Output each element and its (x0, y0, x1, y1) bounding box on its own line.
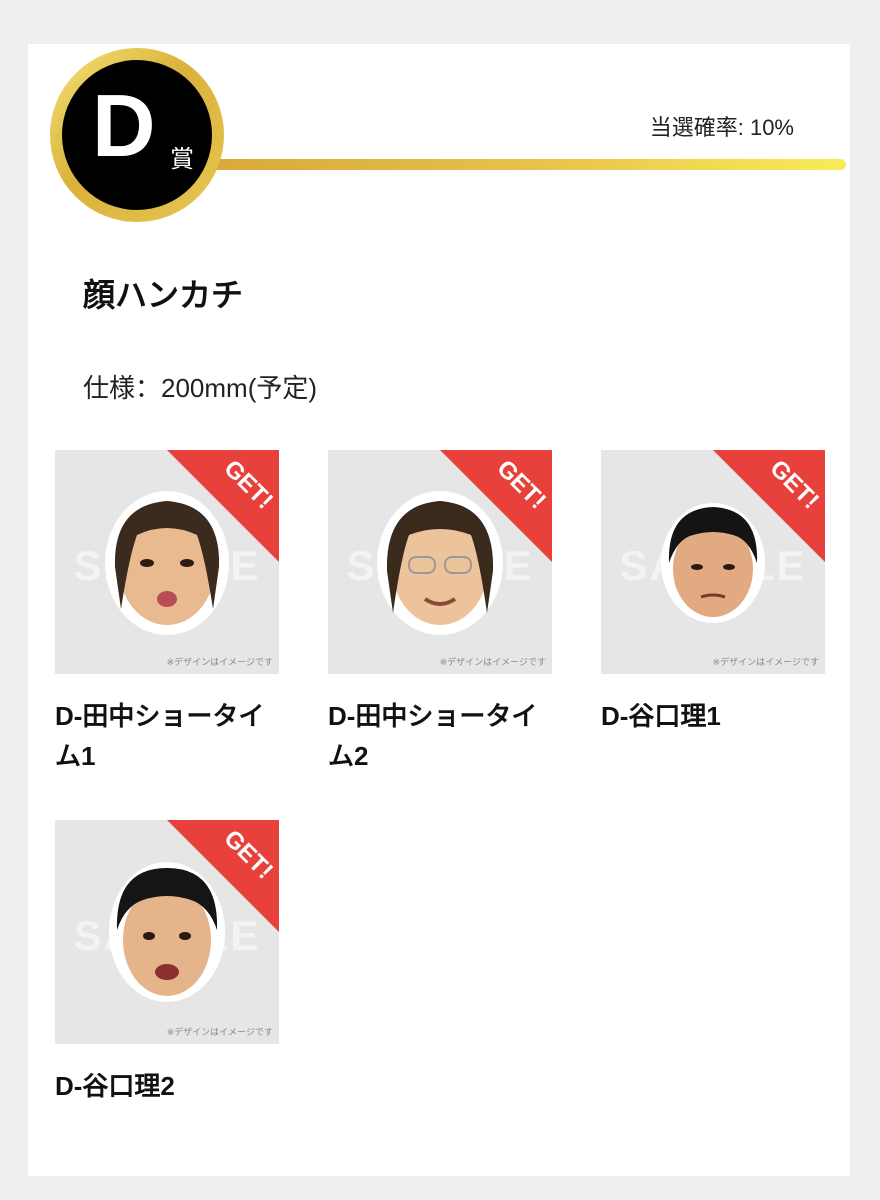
get-ribbon: GET! (167, 450, 279, 562)
prize-item[interactable]: SAMPLE GET! ※デザインはイメージです D-田中ショータイム1 (55, 450, 279, 777)
item-name[interactable]: D-田中ショータイム1 (55, 696, 279, 777)
prize-item[interactable]: SAMPLE GET! ※デザインはイメージです D-田中ショータイム2 (328, 450, 552, 777)
get-ribbon: GET! (713, 450, 825, 562)
prize-item[interactable]: SAMPLE GET! ※デザインはイメージです D-谷口理2 (55, 820, 279, 1106)
item-name[interactable]: D-谷口理2 (55, 1066, 279, 1106)
item-image[interactable]: SAMPLE GET! ※デザインはイメージです (601, 450, 825, 674)
prize-spec: 仕様：200mm(予定) (83, 373, 318, 403)
image-caption: ※デザインはイメージです (712, 657, 819, 667)
item-name[interactable]: D-田中ショータイム2 (328, 696, 552, 777)
win-rate-text: 当選確率: 10% (649, 115, 794, 140)
get-ribbon: GET! (440, 450, 552, 562)
prize-title: 顔ハンカチ (83, 277, 244, 313)
item-image[interactable]: SAMPLE GET! ※デザインはイメージです (328, 450, 552, 674)
item-name[interactable]: D-谷口理1 (601, 696, 825, 736)
prize-card: D 賞 当選確率: 10% 顔ハンカチ 仕様：200mm(予定) SAMPLE … (28, 44, 850, 1176)
rank-suffix: 賞 (170, 146, 194, 173)
item-image[interactable]: SAMPLE GET! ※デザインはイメージです (55, 820, 279, 1044)
rank-badge: D 賞 (50, 48, 224, 222)
image-caption: ※デザインはイメージです (166, 657, 273, 667)
item-image[interactable]: SAMPLE GET! ※デザインはイメージです (55, 450, 279, 674)
gold-divider-bar (204, 159, 846, 170)
prize-item[interactable]: SAMPLE GET! ※デザインはイメージです D-谷口理1 (601, 450, 825, 736)
image-caption: ※デザインはイメージです (439, 657, 546, 667)
rank-letter: D (92, 76, 156, 175)
image-caption: ※デザインはイメージです (166, 1027, 273, 1037)
get-ribbon: GET! (167, 820, 279, 932)
